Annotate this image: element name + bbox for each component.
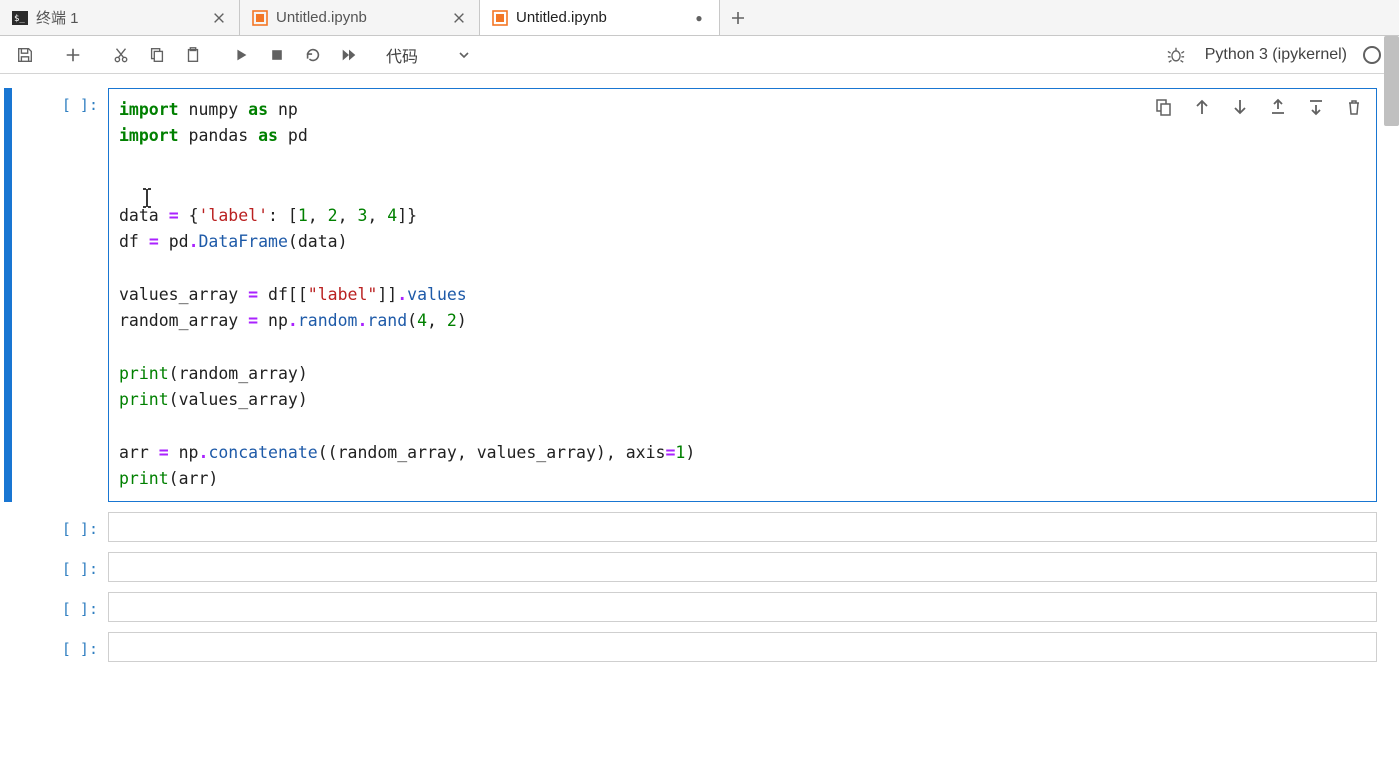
notebook-toolbar: 代码 Python 3 (ipykernel) <box>0 36 1399 74</box>
debugger-button[interactable] <box>1159 40 1193 70</box>
notebook-cell[interactable]: [ ]: <box>4 552 1377 582</box>
notebook-area[interactable]: [ ]: import numpy as np import pandas as … <box>0 74 1399 774</box>
insert-cell-below-button[interactable] <box>1304 95 1328 119</box>
tab-terminal-1[interactable]: $_ 终端 1 <box>0 0 240 35</box>
cell-prompt: [ ]: <box>12 552 108 578</box>
close-icon[interactable] <box>211 10 227 26</box>
dirty-indicator-icon <box>691 10 707 26</box>
add-tab-button[interactable] <box>720 0 756 35</box>
paste-button[interactable] <box>176 40 210 70</box>
move-cell-down-button[interactable] <box>1228 95 1252 119</box>
cell-prompt: [ ]: <box>12 512 108 538</box>
tab-untitled-1[interactable]: Untitled.ipynb <box>240 0 480 35</box>
cell-actions <box>1152 95 1366 119</box>
cell-gutter <box>4 88 12 502</box>
code-editor[interactable] <box>108 512 1377 542</box>
cell-prompt: [ ]: <box>12 632 108 658</box>
cut-button[interactable] <box>104 40 138 70</box>
scrollbar-thumb[interactable] <box>1384 36 1399 126</box>
run-all-button[interactable] <box>332 40 366 70</box>
tab-bar: $_ 终端 1 Untitled.ipynb Untitled.ipynb <box>0 0 1399 36</box>
terminal-icon: $_ <box>12 10 28 26</box>
cell-gutter <box>4 592 12 622</box>
cell-gutter <box>4 512 12 542</box>
notebook-cell[interactable]: [ ]: <box>4 592 1377 622</box>
save-button[interactable] <box>8 40 42 70</box>
copy-button[interactable] <box>140 40 174 70</box>
tab-label: 终端 1 <box>36 7 203 28</box>
code-editor[interactable] <box>108 632 1377 662</box>
cell-prompt: [ ]: <box>12 592 108 618</box>
delete-cell-button[interactable] <box>1342 95 1366 119</box>
notebook-cell[interactable]: [ ]: <box>4 632 1377 662</box>
code-editor[interactable] <box>108 592 1377 622</box>
cell-gutter <box>4 552 12 582</box>
restart-kernel-button[interactable] <box>296 40 330 70</box>
notebook-cell[interactable]: [ ]: <box>4 512 1377 542</box>
kernel-name[interactable]: Python 3 (ipykernel) <box>1195 46 1357 64</box>
insert-cell-above-button[interactable] <box>1266 95 1290 119</box>
cell-gutter <box>4 632 12 662</box>
cell-prompt: [ ]: <box>12 88 108 114</box>
move-cell-up-button[interactable] <box>1190 95 1214 119</box>
notebook-icon <box>252 10 268 26</box>
cell-type-dropdown[interactable]: 代码 <box>372 43 482 67</box>
close-icon[interactable] <box>451 10 467 26</box>
tab-label: Untitled.ipynb <box>516 9 683 26</box>
cell-type-label: 代码 <box>386 43 418 67</box>
chevron-down-icon <box>458 49 470 61</box>
stop-button[interactable] <box>260 40 294 70</box>
code-editor[interactable]: import numpy as np import pandas as pd d… <box>108 88 1377 502</box>
duplicate-cell-button[interactable] <box>1152 95 1176 119</box>
run-button[interactable] <box>224 40 258 70</box>
tab-untitled-2[interactable]: Untitled.ipynb <box>480 0 720 35</box>
insert-cell-button[interactable] <box>56 40 90 70</box>
kernel-status-icon[interactable] <box>1363 46 1381 64</box>
notebook-cell[interactable]: [ ]: import numpy as np import pandas as … <box>4 88 1377 502</box>
code-editor[interactable] <box>108 552 1377 582</box>
svg-text:$_: $_ <box>14 14 25 24</box>
tab-label: Untitled.ipynb <box>276 9 443 26</box>
code-content[interactable]: import numpy as np import pandas as pd d… <box>119 97 1366 493</box>
notebook-icon <box>492 10 508 26</box>
